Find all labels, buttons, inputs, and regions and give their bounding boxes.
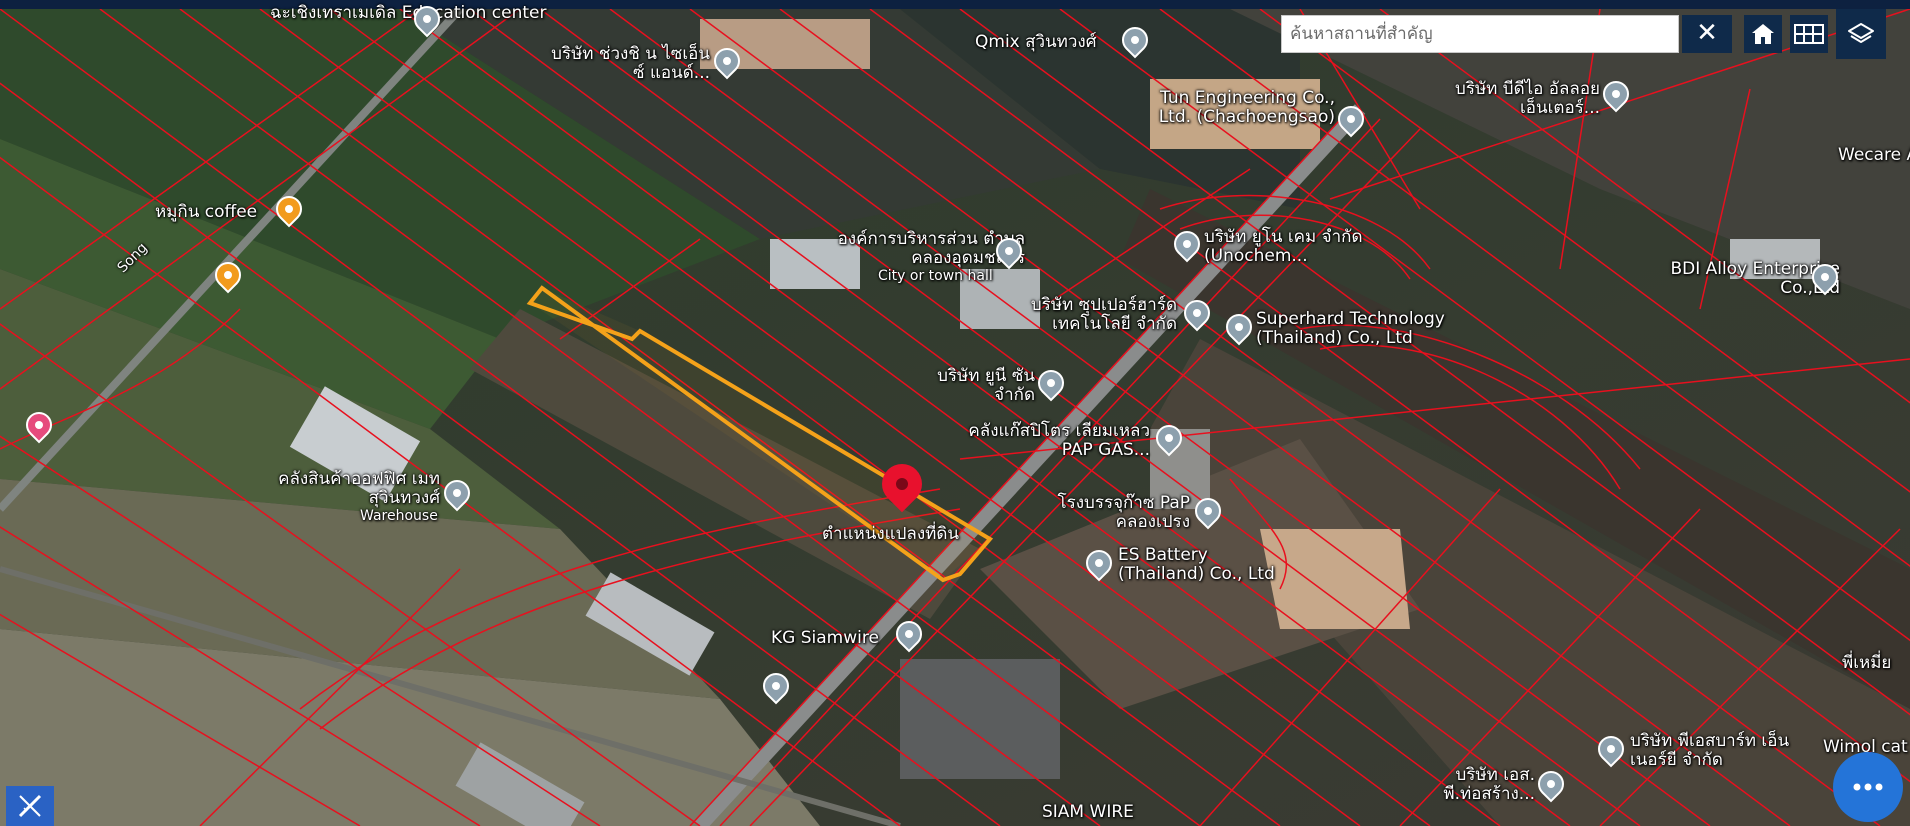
place-label[interactable]: SIAM WIRE bbox=[1042, 803, 1134, 822]
place-label[interactable]: BDI Alloy Enterprise Co.,Ltd bbox=[1640, 260, 1840, 298]
satellite-imagery bbox=[0, 9, 1910, 826]
layers-icon bbox=[1848, 23, 1874, 43]
place-label[interactable]: บริษัท ช่วงชิ น ไซเอ็นซ์ แอนด์... bbox=[540, 45, 710, 83]
place-label[interactable]: องค์การบริหารส่วน ตำบลคลองอุดมชลจร bbox=[810, 230, 1025, 268]
ruler-pencil-icon bbox=[18, 794, 42, 818]
place-label[interactable]: KG Siamwire bbox=[771, 629, 879, 648]
place-label[interactable]: โรงบรรจุก๊าซ PaP คลองเปรง bbox=[1050, 494, 1190, 532]
place-label[interactable]: บริษัท บีดีไอ อัลลอย เอ็นเตอร์... bbox=[1440, 80, 1600, 118]
search-input[interactable] bbox=[1281, 15, 1679, 53]
place-label[interactable]: Superhard Technology (Thailand) Co., Ltd bbox=[1256, 310, 1476, 348]
place-type-label: City or town hall bbox=[878, 268, 993, 284]
measure-tool-button[interactable] bbox=[6, 786, 54, 826]
more-dots-icon bbox=[1853, 783, 1883, 791]
place-label[interactable]: Wecare Ap bbox=[1838, 146, 1910, 165]
place-label[interactable]: ฉะเชิงเทราเมเดิล Education center bbox=[270, 4, 546, 23]
place-label[interactable]: คลังสินค้าออฟฟิศ เมท สุวินทวงศ์ bbox=[278, 470, 440, 508]
place-label[interactable]: บริษัท เอส. พี.ท่อสร้าง... bbox=[1420, 766, 1535, 804]
place-label[interactable]: พี่เหมี่ย bbox=[1842, 654, 1891, 673]
parcel-location-label: ตำแหน่งแปลงที่ดิน bbox=[822, 524, 960, 544]
place-type-label: Warehouse bbox=[360, 508, 438, 524]
home-button[interactable] bbox=[1744, 15, 1782, 53]
place-label[interactable]: บริษัท ซุปเปอร์ฮาร์ด เทคโนโลยี จำกัด bbox=[1005, 296, 1177, 334]
place-label[interactable]: บริษัท พีเอสบาร์ท เอ็นเนอร์ยี จำกัด bbox=[1630, 732, 1800, 770]
place-label[interactable]: หมูกิน coffee bbox=[155, 203, 257, 222]
home-icon bbox=[1752, 24, 1774, 44]
place-label[interactable]: Qmix สุวินทวงศ์ bbox=[975, 33, 1097, 52]
place-label[interactable]: บริษัท ยูโน เคม จำกัด (Unochem... bbox=[1204, 228, 1414, 266]
more-options-button[interactable] bbox=[1833, 752, 1903, 822]
grid-icon bbox=[1794, 24, 1824, 44]
place-label[interactable]: ES Battery (Thailand) Co., Ltd bbox=[1118, 546, 1288, 584]
place-label[interactable]: บริษัท ยูนี ซัน จำกัด bbox=[935, 367, 1035, 405]
place-label[interactable]: คลังแก๊สปิโตร เลียมเหลว PAP GAS... bbox=[950, 422, 1150, 460]
map-canvas[interactable] bbox=[0, 9, 1910, 826]
clear-search-button[interactable]: ✕ bbox=[1682, 15, 1732, 53]
layers-button[interactable] bbox=[1836, 9, 1886, 59]
grid-button[interactable] bbox=[1790, 15, 1828, 53]
place-label[interactable]: Tun Engineering Co., Ltd. (Chachoengsao) bbox=[1140, 89, 1335, 127]
